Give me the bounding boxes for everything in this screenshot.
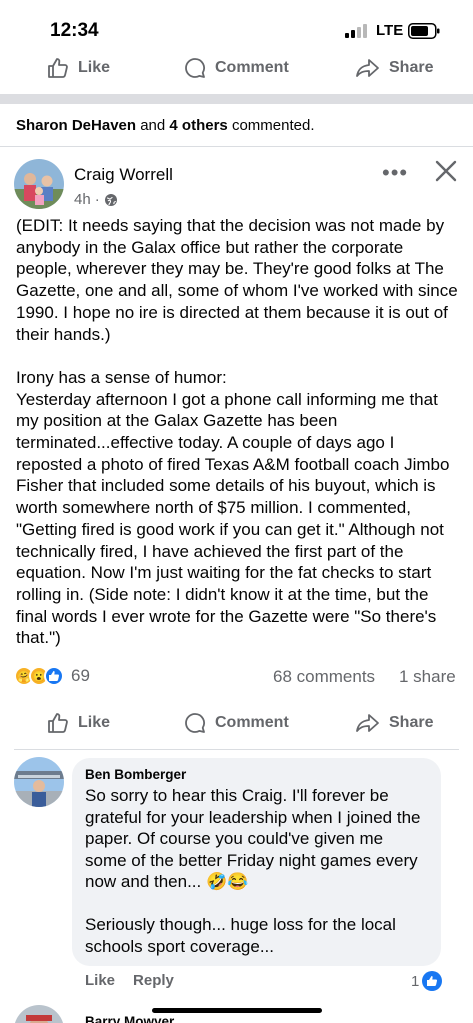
like-label: Like [78,59,111,76]
author-avatar[interactable] [14,159,64,209]
thumbs-up-icon [48,58,68,78]
comment-icon [185,713,205,733]
share-label: Share [389,59,434,76]
share-button[interactable]: Share [355,711,433,735]
commented-suffix: commented. [227,117,315,134]
comment-button[interactable]: Comment [183,56,289,80]
meta-dot: · [94,191,100,208]
thumbs-up-icon [48,713,68,733]
globe-icon [104,193,117,206]
like-button[interactable]: Like [46,56,110,80]
comment-author[interactable]: Ben Bomberger [85,767,428,782]
post-time[interactable]: 4h [74,191,91,208]
shares-count[interactable]: 1 share [399,667,456,687]
commenter-name[interactable]: Sharon DeHaven [16,117,136,134]
battery-icon [408,23,440,39]
divider [0,146,473,147]
divider [14,749,459,750]
post-author[interactable]: Craig Worrell [74,165,173,185]
comment-like-count[interactable]: 1 [411,971,443,991]
comment-bubble: Ben Bomberger So sorry to hear this Crai… [72,758,441,966]
like-label: Like [78,714,111,731]
home-indicator[interactable] [152,1008,322,1013]
status-bar: 12:34 LTE [0,0,473,52]
commenters-others[interactable]: 4 others [169,117,227,134]
network-label: LTE [376,22,404,39]
like-reaction-icon [422,971,443,991]
comments-count[interactable]: 68 comments [273,667,375,687]
comment-label: Comment [215,59,289,76]
close-icon[interactable] [433,158,459,184]
post-body: (EDIT: It needs saying that the decision… [16,216,458,648]
next-comment-author[interactable]: Barry Mowyer [85,1014,174,1023]
post-action-bar: Like Comment Share [0,703,473,743]
like-reaction-icon [44,666,64,686]
share-button[interactable]: Share [355,56,433,80]
comment-reply-button[interactable]: Reply [133,972,174,989]
top-action-bar: Like Comment Share [0,48,473,88]
post-meta: 4h · [74,191,118,208]
more-options-icon[interactable]: ••• [382,160,408,186]
comment-button[interactable]: Comment [183,711,289,735]
comment-icon [185,58,205,78]
commented-summary[interactable]: Sharon DeHaven and 4 others commented. [16,117,315,134]
section-divider [0,94,473,104]
reaction-count: 69 [71,666,90,685]
share-label: Share [389,714,434,731]
share-icon [356,714,379,732]
commenter-avatar[interactable] [14,757,64,807]
like-button[interactable]: Like [46,711,110,735]
signal-icon [345,24,367,38]
share-icon [356,59,379,77]
comment-like-number: 1 [411,972,420,990]
commented-and: and [136,117,170,134]
comment-text: So sorry to hear this Craig. I'll foreve… [85,786,421,956]
next-commenter-avatar[interactable] [14,1005,64,1023]
comment-label: Comment [215,714,289,731]
comment-actions: Like Reply [85,972,174,989]
reaction-summary[interactable]: 🤗 😮 69 [14,666,90,686]
status-time: 12:34 [50,20,99,41]
comment-like-button[interactable]: Like [85,972,115,989]
